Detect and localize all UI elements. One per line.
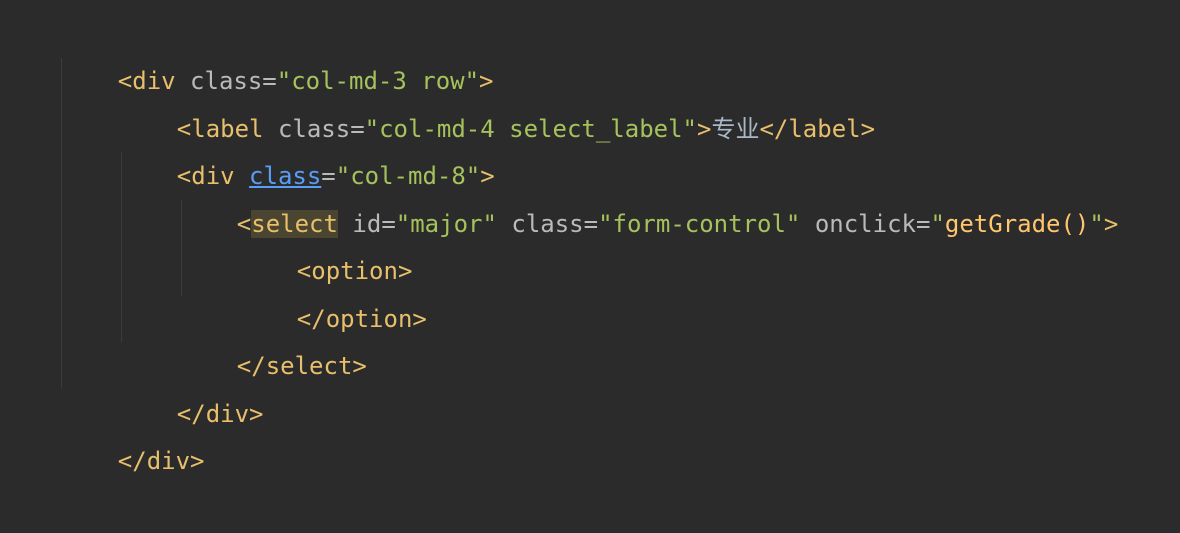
equals-sign: =: [583, 210, 599, 238]
function-call: getGrade(): [944, 210, 1090, 238]
code-line[interactable]: </div>: [60, 389, 205, 475]
code-line[interactable]: <option>: [239, 199, 413, 285]
code-line[interactable]: </select>: [179, 294, 367, 380]
code-line[interactable]: <div class="col-md-8">: [119, 104, 495, 190]
code-editor[interactable]: <div class="col-md-3 row"> <label class=…: [0, 0, 1180, 475]
code-line[interactable]: </div>: [119, 342, 264, 428]
attribute-name: onclick: [814, 210, 916, 238]
attribute-value: "form-control": [598, 210, 801, 238]
code-line[interactable]: <div class="col-md-3 row">: [60, 9, 494, 95]
attribute-quote: ": [930, 210, 945, 238]
attribute-name: class: [511, 210, 584, 238]
tag-close-bracket: >: [697, 115, 712, 143]
tag-close: </label>: [759, 115, 876, 143]
code-line[interactable]: <select id="major" class="form-control" …: [179, 152, 1118, 238]
code-line[interactable]: </option>: [239, 247, 427, 333]
tag-close-bracket: >: [1103, 210, 1119, 238]
code-line[interactable]: <label class="col-md-4 select_label">专业<…: [119, 57, 875, 143]
label-text: 专业: [711, 115, 760, 143]
equals-sign: =: [915, 210, 931, 238]
attribute-quote: ": [1089, 210, 1104, 238]
tag-close: </div>: [117, 447, 205, 475]
